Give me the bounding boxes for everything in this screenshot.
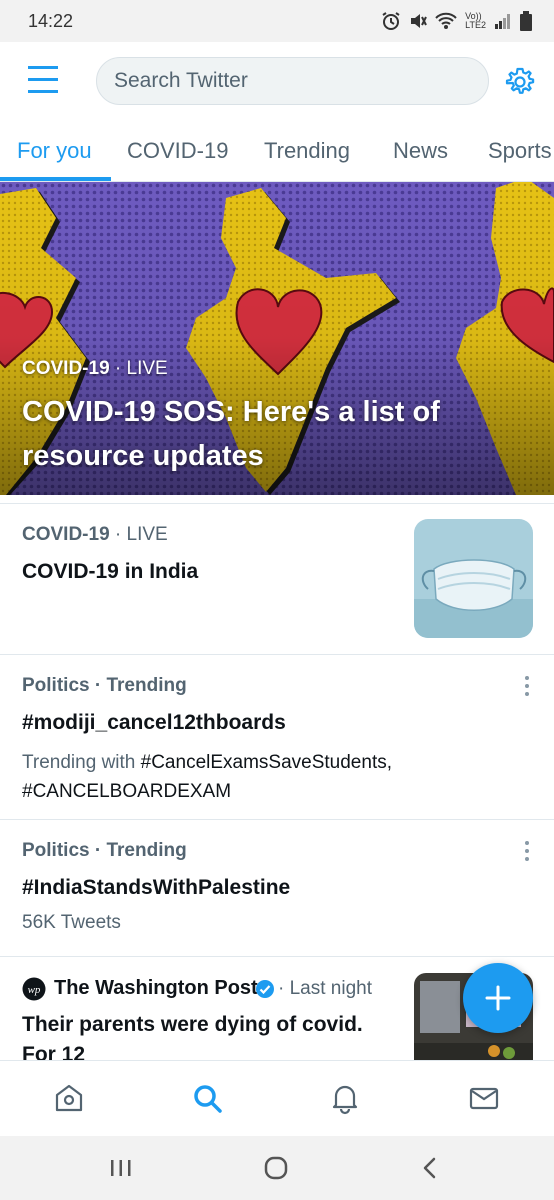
alarm-icon xyxy=(382,12,400,30)
item-status: · LIVE xyxy=(114,524,168,545)
hero-meta: COVID-19 · LIVE xyxy=(22,358,168,380)
more-options-icon[interactable] xyxy=(520,840,534,862)
mute-icon xyxy=(411,14,428,28)
tab-news[interactable]: News xyxy=(393,138,448,164)
item-category: Politics · Trending xyxy=(22,675,187,696)
hashtag-link[interactable]: #CancelExamsSaveStudents, xyxy=(141,752,392,773)
list-item[interactable]: COVID-19 · LIVE COVID-19 in India xyxy=(0,504,554,654)
hamburger-icon xyxy=(28,66,58,93)
item-title-line1: Their parents were dying of covid. xyxy=(22,1013,363,1036)
tab-trending[interactable]: Trending xyxy=(264,138,350,164)
wifi-icon xyxy=(435,12,457,29)
hero-title: COVID-19 SOS: Here's a list of resource … xyxy=(22,396,440,472)
back-icon xyxy=(423,1157,436,1179)
system-navigation xyxy=(0,1136,554,1200)
item-meta: COVID-19 · LIVE xyxy=(22,524,168,546)
settings-button[interactable] xyxy=(504,66,536,98)
publisher-name: The Washington Post xyxy=(54,977,258,999)
item-category: COVID-19 xyxy=(22,524,110,545)
battery-icon xyxy=(520,11,532,31)
signal-icon xyxy=(495,14,510,29)
bottom-navigation xyxy=(0,1060,554,1136)
compose-tweet-button[interactable] xyxy=(463,963,533,1033)
item-title: #IndiaStandsWithPalestine xyxy=(22,876,291,899)
item-thumbnail xyxy=(414,519,533,638)
svg-text:wp: wp xyxy=(28,984,41,996)
status-bar: 14:22 Vo)) LTE2 xyxy=(0,0,554,42)
face-mask-image xyxy=(414,519,533,638)
search-bar[interactable] xyxy=(96,57,489,105)
messages-icon xyxy=(469,1087,499,1110)
nav-notifications[interactable] xyxy=(328,1081,362,1115)
item-title: #modiji_cancel12thboards xyxy=(22,711,286,734)
item-time: · Last night xyxy=(278,978,372,999)
status-icons: Vo)) LTE2 xyxy=(381,11,532,31)
list-item[interactable]: Politics · Trending #IndiaStandsWithPale… xyxy=(0,820,554,956)
home-circle-icon xyxy=(264,1156,288,1180)
explore-tabs: For you COVID-19 Trending News Sports xyxy=(0,120,554,182)
recent-apps-button[interactable] xyxy=(106,1154,136,1182)
active-tab-indicator xyxy=(0,177,111,181)
top-bar xyxy=(0,42,554,120)
item-title: COVID-19 in India xyxy=(22,560,199,583)
item-tweet-count: 56K Tweets xyxy=(22,912,121,933)
back-button[interactable] xyxy=(415,1154,445,1182)
publisher-logo-icon: wp xyxy=(22,977,46,1001)
recent-apps-icon xyxy=(111,1160,131,1176)
search-input[interactable] xyxy=(114,69,488,93)
home-icon xyxy=(55,1084,83,1112)
tab-covid-19[interactable]: COVID-19 xyxy=(127,138,228,164)
gear-icon xyxy=(505,67,535,94)
hero-status: · LIVE xyxy=(114,358,168,379)
home-system-button[interactable] xyxy=(261,1154,291,1182)
plus-icon xyxy=(485,985,511,1011)
notifications-icon xyxy=(332,1085,358,1115)
hashtag-link[interactable]: #CANCELBOARDEXAM xyxy=(22,781,231,802)
verified-badge-icon xyxy=(256,980,274,998)
item-category: Politics · Trending xyxy=(22,840,187,861)
search-icon xyxy=(194,1085,222,1113)
nav-home[interactable] xyxy=(52,1081,86,1115)
item-title-line2: For 12 xyxy=(22,1043,86,1060)
tab-sports[interactable]: Sports xyxy=(488,138,552,164)
hamburger-menu-button[interactable] xyxy=(24,64,62,98)
list-item[interactable]: Politics · Trending #modiji_cancel12thbo… xyxy=(0,655,554,819)
status-time: 14:22 xyxy=(28,10,74,31)
more-options-icon[interactable] xyxy=(520,675,534,697)
hero-category: COVID-19 xyxy=(22,358,110,379)
tab-for-you[interactable]: For you xyxy=(17,138,92,164)
hero-card[interactable]: COVID-19 · LIVE COVID-19 SOS: Here's a l… xyxy=(0,182,554,495)
nav-search[interactable] xyxy=(190,1081,224,1115)
nav-messages[interactable] xyxy=(467,1081,501,1115)
item-trending-with: Trending with #CancelExamsSaveStudents, … xyxy=(22,752,393,802)
volte-icon: Vo)) LTE2 xyxy=(465,11,486,30)
